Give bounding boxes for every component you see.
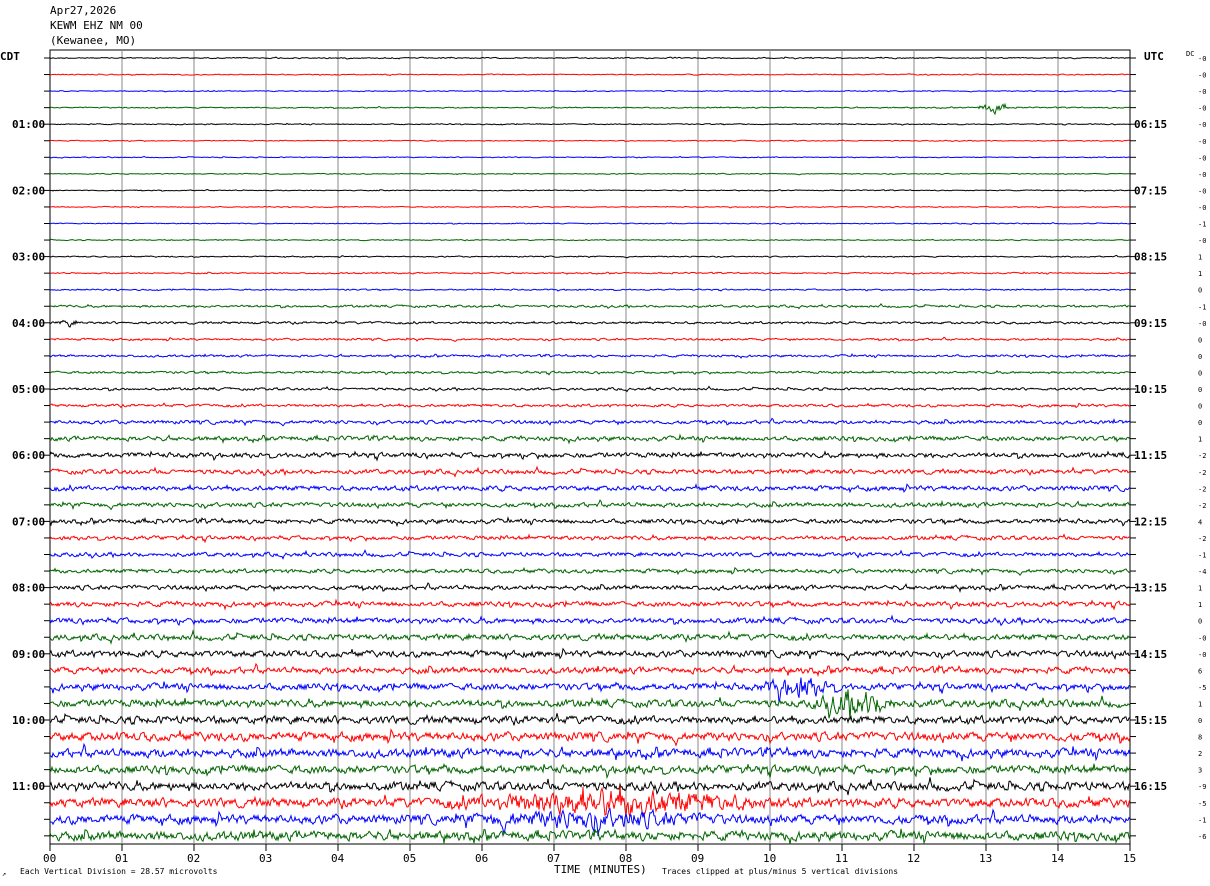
right-time-label: 06:15	[1134, 118, 1167, 131]
dc-offset: -0	[1198, 72, 1206, 80]
clip-note: Traces clipped at plus/minus 5 vertical …	[662, 867, 898, 876]
dc-offset: -0	[1198, 121, 1206, 129]
x-tick-label: 09	[691, 852, 704, 865]
dc-offset: -1	[1198, 221, 1206, 229]
x-tick-label: 05	[403, 852, 416, 865]
left-time-label: 02:00	[12, 184, 45, 197]
right-time-label: 14:15	[1134, 648, 1167, 661]
right-time-label: 15:15	[1134, 714, 1167, 727]
dc-offset: -2	[1198, 469, 1206, 477]
x-tick-label: 03	[259, 852, 272, 865]
division-note: Each Vertical Division = 28.57 microvolt…	[20, 867, 218, 876]
x-axis-label: TIME (MINUTES)	[554, 863, 647, 876]
left-time-label: 03:00	[12, 251, 45, 264]
x-tick-label: 06	[475, 852, 488, 865]
dc-offset: -2	[1198, 452, 1206, 460]
dc-offset: 0	[1198, 386, 1202, 394]
dc-offset: 1	[1198, 254, 1202, 262]
x-tick-label: 04	[331, 852, 345, 865]
dc-offset: 1	[1198, 700, 1202, 708]
dc-offset: -5	[1198, 800, 1206, 808]
left-time-label: 09:00	[12, 648, 45, 661]
plot-frame	[49, 49, 1131, 845]
left-time-label: 06:00	[12, 449, 45, 462]
left-time-label: 08:00	[12, 582, 45, 595]
right-time-label: 12:15	[1134, 515, 1167, 528]
left-time-label: 10:00	[12, 714, 45, 727]
dc-offset: -0	[1198, 105, 1206, 113]
dc-offset: 8	[1198, 734, 1202, 742]
left-time-label: 04:00	[12, 317, 45, 330]
dc-offset: -1	[1198, 552, 1206, 560]
helicorder-plot: 01:00 02:00 03:00 04:00 05:00 06:00 07:00 08:00…	[0, 49, 1206, 878]
left-timezone-label: CDT	[0, 50, 20, 63]
x-tick-label: 10	[763, 852, 776, 865]
dc-offset: 0	[1198, 717, 1202, 725]
right-time-label: 07:15	[1134, 184, 1167, 197]
x-tick-label: 13	[979, 852, 992, 865]
dc-offset: -0	[1198, 634, 1206, 642]
x-axis-ticks: 00 01 02 03 04 05 06 07 08 09 10 11 12 13 14 15	[43, 844, 1136, 865]
right-timezone-label: UTC	[1144, 50, 1164, 63]
dc-offset: -0	[1198, 154, 1206, 162]
dc-offset: -1	[1198, 303, 1206, 311]
dc-offset: -0	[1198, 651, 1206, 659]
left-time-label: 07:00	[12, 515, 45, 528]
dc-offset: -0	[1198, 138, 1206, 146]
dc-offset: -2	[1198, 485, 1206, 493]
x-tick-label: 02	[187, 852, 200, 865]
right-time-label: 09:15	[1134, 317, 1167, 330]
left-time-label: 05:00	[12, 383, 45, 396]
dc-label: DC	[1186, 50, 1194, 58]
dc-offset: 1	[1198, 601, 1202, 609]
dc-offset: 0	[1198, 369, 1202, 377]
dc-offset: 0	[1198, 336, 1202, 344]
dc-offset: -0	[1198, 88, 1206, 96]
right-time-label: 13:15	[1134, 582, 1167, 595]
dc-offset: -1	[1198, 816, 1206, 824]
dc-offset: -2	[1198, 535, 1206, 543]
x-tick-label: 15	[1123, 852, 1136, 865]
dc-offset: 1	[1198, 270, 1202, 278]
dc-offset: 0	[1198, 419, 1202, 427]
dc-offset: -0	[1198, 320, 1206, 328]
dc-offset: -9	[1198, 783, 1206, 791]
dc-offset: 0	[1198, 287, 1202, 295]
dc-offset: -0	[1198, 55, 1206, 63]
dc-offset: -0	[1198, 171, 1206, 179]
dc-offset: 1	[1198, 585, 1202, 593]
dc-offset: 0	[1198, 618, 1202, 626]
dc-offset: -2	[1198, 502, 1206, 510]
dc-offset: 4	[1198, 518, 1202, 526]
corner-mark: ↗	[2, 870, 6, 878]
dc-offset: 0	[1198, 403, 1202, 411]
dc-offset: -5	[1198, 684, 1206, 692]
dc-offset: -0	[1198, 204, 1206, 212]
left-time-label: 01:00	[12, 118, 45, 131]
right-time-label: 10:15	[1134, 383, 1167, 396]
x-tick-label: 00	[43, 852, 56, 865]
dc-offset: -4	[1198, 568, 1206, 576]
dc-offset: -0	[1198, 237, 1206, 245]
x-tick-label: 12	[907, 852, 920, 865]
dc-offset: 2	[1198, 750, 1202, 758]
dc-offset: 6	[1198, 667, 1202, 675]
x-tick-label: 14	[1051, 852, 1065, 865]
left-time-label: 11:00	[12, 780, 45, 793]
dc-offset: 3	[1198, 767, 1202, 775]
right-time-label: 16:15	[1134, 780, 1167, 793]
dc-offset: -6	[1198, 833, 1206, 841]
dc-offset: -0	[1198, 187, 1206, 195]
right-time-label: 11:15	[1134, 449, 1167, 462]
dc-offset: 0	[1198, 353, 1202, 361]
right-time-label: 08:15	[1134, 251, 1167, 264]
dc-offset: 1	[1198, 436, 1202, 444]
x-tick-label: 01	[115, 852, 128, 865]
x-tick-label: 11	[835, 852, 848, 865]
